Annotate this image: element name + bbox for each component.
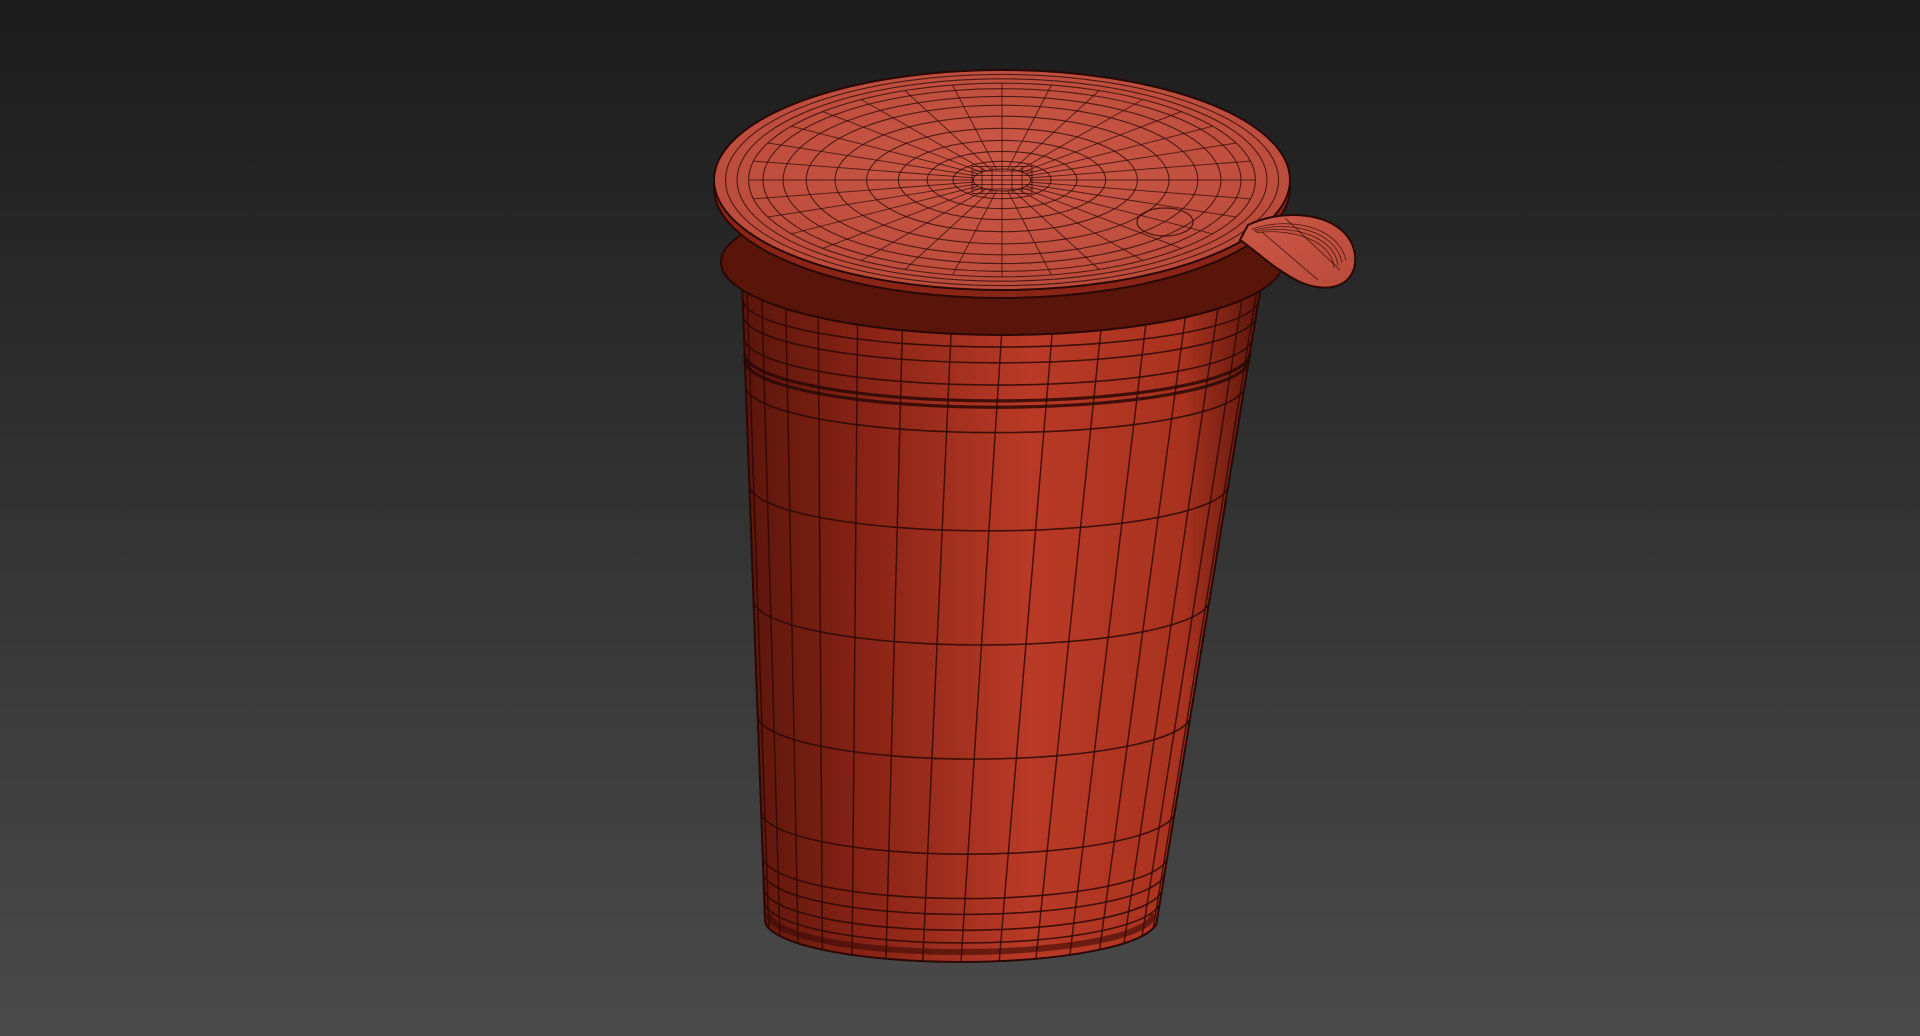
wireframe-render — [0, 0, 1920, 1036]
3d-viewport[interactable] — [0, 0, 1920, 1036]
